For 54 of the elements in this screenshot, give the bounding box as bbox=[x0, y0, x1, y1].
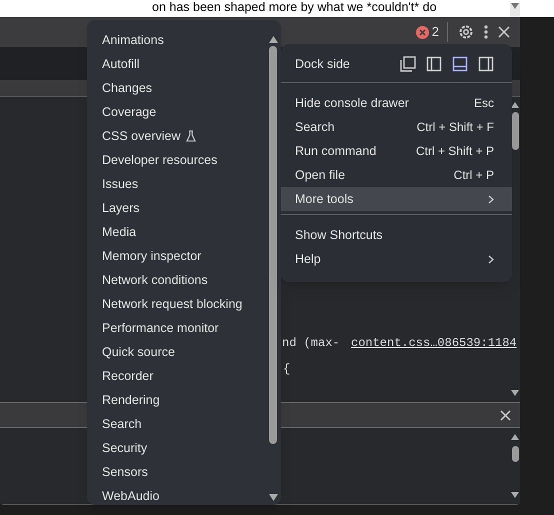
error-icon bbox=[416, 26, 429, 38]
scrollbar-thumb[interactable] bbox=[512, 446, 518, 462]
menu-item[interactable]: Animations bbox=[87, 28, 252, 52]
page-text: on has been shaped more by what we *couldn't* do bbox=[152, 0, 437, 16]
menu-item[interactable]: Media bbox=[87, 220, 252, 244]
menu-item[interactable]: Coverage bbox=[87, 100, 252, 124]
flask-icon bbox=[186, 130, 196, 142]
source-link[interactable]: content.css…086539:1184 bbox=[351, 334, 517, 352]
chevron-right-icon bbox=[488, 194, 494, 204]
dock-left-icon[interactable] bbox=[426, 56, 442, 72]
menu-item[interactable]: Open file Ctrl + P bbox=[281, 163, 512, 187]
menu-item[interactable]: Sensors bbox=[87, 460, 252, 484]
menu-item[interactable]: Issues bbox=[87, 172, 252, 196]
scroll-down-icon[interactable] bbox=[268, 494, 278, 501]
menu-item[interactable]: Show Shortcuts bbox=[281, 223, 512, 247]
close-icon[interactable] bbox=[498, 26, 510, 38]
menu-item[interactable]: WebAudio bbox=[87, 484, 252, 508]
chevron-right-icon bbox=[488, 254, 494, 264]
menu-item[interactable]: Layers bbox=[87, 196, 252, 220]
more-options-icon[interactable] bbox=[484, 25, 488, 39]
dock-right-icon[interactable] bbox=[478, 56, 494, 72]
menu-item[interactable]: Recorder bbox=[87, 364, 252, 388]
error-count[interactable]: 2 bbox=[432, 22, 439, 42]
menu-item[interactable]: Search Ctrl + Shift + F bbox=[281, 115, 512, 139]
menu-item[interactable]: Rendering bbox=[87, 388, 252, 412]
menu-item[interactable]: Hide console drawer Esc bbox=[281, 91, 512, 115]
menu-item[interactable]: Performance monitor bbox=[87, 316, 252, 340]
menu-item[interactable]: More tools bbox=[281, 187, 512, 211]
scroll-down-icon[interactable] bbox=[511, 3, 519, 9]
menu-item[interactable]: Memory inspector bbox=[87, 244, 252, 268]
menu-item[interactable]: CSS overview bbox=[87, 124, 252, 148]
menu-item[interactable]: Network conditions bbox=[87, 268, 252, 292]
menu-item[interactable]: Changes bbox=[87, 76, 252, 100]
scroll-up-icon[interactable] bbox=[511, 102, 519, 108]
menu-item[interactable]: Autofill bbox=[87, 52, 252, 76]
menu-item[interactable]: Security bbox=[87, 436, 252, 460]
menu-item[interactable]: Developer resources bbox=[87, 148, 252, 172]
scroll-down-icon[interactable] bbox=[511, 492, 519, 498]
menu-label: Dock side bbox=[295, 56, 350, 73]
menu-item[interactable]: Search bbox=[87, 412, 252, 436]
menu-item[interactable]: Run command Ctrl + Shift + P bbox=[281, 139, 512, 163]
menu-item[interactable]: Help bbox=[281, 247, 512, 271]
undock-icon[interactable] bbox=[400, 56, 416, 72]
menu-item[interactable]: Network request blocking bbox=[87, 292, 252, 316]
code-text: nd (max- bbox=[282, 335, 340, 352]
dock-bottom-icon[interactable] bbox=[452, 56, 468, 72]
settings-icon[interactable] bbox=[458, 24, 474, 40]
scroll-up-icon[interactable] bbox=[268, 36, 278, 43]
menu-item[interactable]: Quick source bbox=[87, 340, 252, 364]
close-icon[interactable] bbox=[500, 410, 511, 420]
scroll-down-icon[interactable] bbox=[511, 390, 519, 396]
scrollbar-thumb[interactable] bbox=[269, 46, 277, 444]
code-text: { bbox=[283, 361, 290, 378]
scroll-up-icon[interactable] bbox=[511, 434, 519, 440]
